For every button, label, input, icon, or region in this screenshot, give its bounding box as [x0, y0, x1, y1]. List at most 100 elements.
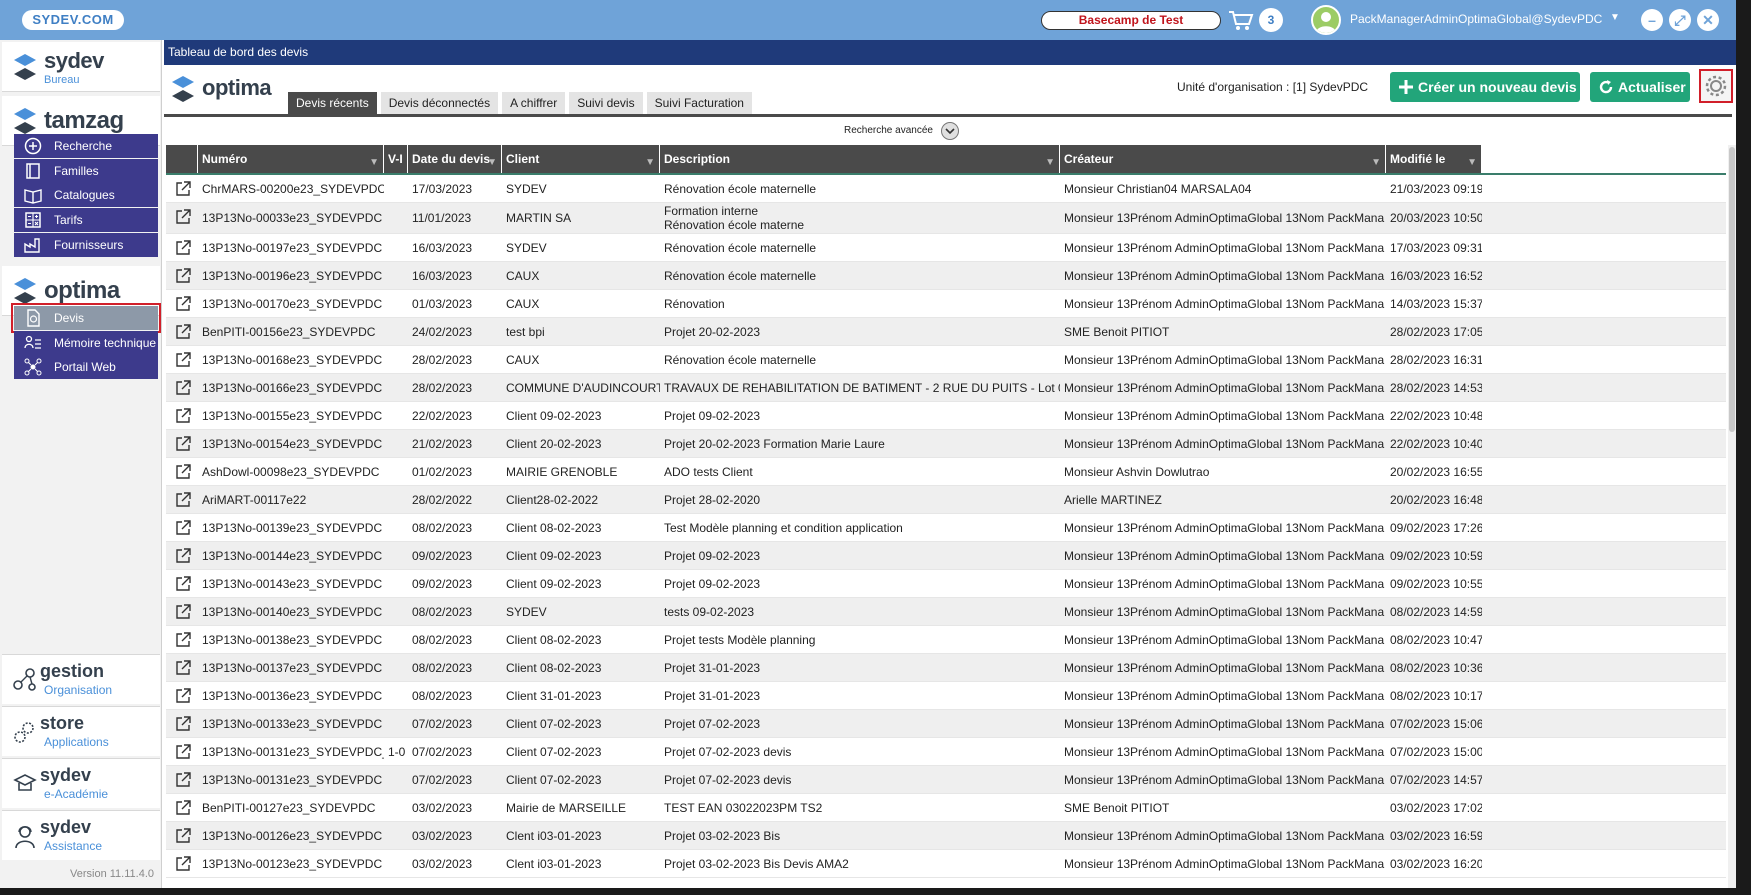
- user-avatar[interactable]: [1311, 5, 1341, 35]
- table-row[interactable]: 13P13No-00136e23_SYDEVPDC 08/02/2023 Clien…: [166, 682, 1726, 710]
- table-row[interactable]: 13P13No-00166e23_SYDEVPDC 28/02/2023 COMMU…: [166, 374, 1726, 402]
- brand-sydev-assistance[interactable]: sydev Assistance: [2, 810, 160, 860]
- table-row[interactable]: ChrMARS-00200e23_SYDEVPDC 17/03/2023 SYDEV…: [166, 175, 1726, 203]
- open-external-icon[interactable]: [174, 208, 192, 226]
- create-quote-button[interactable]: Créer un nouveau devis: [1390, 72, 1580, 102]
- table-row[interactable]: 13P13No-00155e23_SYDEVPDC 22/02/2023 Clien…: [166, 402, 1726, 430]
- cell-createur: Monsieur 13Prénom AdminOptimaGlobal 13No…: [1064, 211, 1385, 225]
- open-external-icon[interactable]: [174, 180, 192, 198]
- table-row[interactable]: 13P13No-00123e23_SYDEVPDC 03/02/2023 Clent…: [166, 850, 1726, 878]
- column-header-vi[interactable]: V-I: [384, 145, 408, 173]
- username-label[interactable]: PackManagerAdminOptimaGlobal@SydevPDC: [1350, 12, 1602, 26]
- column-header-client[interactable]: Client ▼: [502, 145, 660, 173]
- cart-icon[interactable]: [1228, 9, 1254, 31]
- table-row[interactable]: 13P13No-00137e23_SYDEVPDC 08/02/2023 Clien…: [166, 654, 1726, 682]
- chevron-down-icon[interactable]: [941, 122, 959, 140]
- sidebar-item-portail-web[interactable]: Portail Web: [14, 355, 158, 379]
- cart-count-badge[interactable]: 3: [1259, 8, 1283, 32]
- refresh-button[interactable]: Actualiser: [1590, 72, 1690, 102]
- column-header-description[interactable]: Description ▼: [660, 145, 1060, 173]
- tab-a-chiffrer[interactable]: A chiffrer: [502, 92, 566, 114]
- open-external-icon[interactable]: [174, 743, 192, 761]
- open-external-icon[interactable]: [174, 379, 192, 397]
- table-row[interactable]: 13P13No-00143e23_SYDEVPDC 09/02/2023 Clien…: [166, 570, 1726, 598]
- sidebar-item-fournisseurs[interactable]: Fournisseurs: [14, 233, 158, 257]
- table-row[interactable]: 13P13No-00126e23_SYDEVPDC 03/02/2023 Clent…: [166, 822, 1726, 850]
- open-external-icon[interactable]: [174, 351, 192, 369]
- column-header-modifie[interactable]: Modifié le ▼: [1386, 145, 1482, 173]
- table-row[interactable]: 13P13No-00197e23_SYDEVPDC 16/03/2023 SYDEV…: [166, 234, 1726, 262]
- open-external-icon[interactable]: [174, 659, 192, 677]
- table-row[interactable]: 13P13No-00144e23_SYDEVPDC 09/02/2023 Clien…: [166, 542, 1726, 570]
- table-row[interactable]: 13P13No-00033e23_SYDEVPDC 11/01/2023 MARTI…: [166, 203, 1726, 234]
- sydev-com-link[interactable]: SYDEV.COM: [22, 10, 124, 30]
- open-external-icon[interactable]: [174, 715, 192, 733]
- table-row[interactable]: 13P13No-00154e23_SYDEVPDC 21/02/2023 Clien…: [166, 430, 1726, 458]
- cell-description: Rénovation école maternelle: [664, 181, 817, 196]
- chevron-down-icon[interactable]: ▼: [1610, 12, 1620, 23]
- table-row[interactable]: BenPITI-00156e23_SYDEVPDC 24/02/2023 test …: [166, 318, 1726, 346]
- cell-modifie: 08/02/2023 10:47: [1390, 632, 1482, 647]
- open-external-icon[interactable]: [174, 687, 192, 705]
- open-external-icon[interactable]: [174, 547, 192, 565]
- open-external-icon[interactable]: [174, 855, 192, 873]
- column-header-numero[interactable]: Numéro ▼: [198, 145, 384, 173]
- table-row[interactable]: 13P13No-00131e23_SYDEVPDC 07/02/2023 Clien…: [166, 766, 1726, 794]
- column-header-createur[interactable]: Créateur ▼: [1060, 145, 1386, 173]
- open-external-icon[interactable]: [174, 771, 192, 789]
- open-external-icon[interactable]: [174, 407, 192, 425]
- table-row[interactable]: BenPITI-00127e23_SYDEVPDC 03/02/2023 Mairi…: [166, 794, 1726, 822]
- brand-gestion-organisation[interactable]: gestion Organisation: [2, 654, 160, 704]
- open-external-icon[interactable]: [174, 295, 192, 313]
- tab-devis-deconnectes[interactable]: Devis déconnectés: [380, 92, 499, 114]
- scrollbar-thumb[interactable]: [1729, 147, 1735, 432]
- vertical-scrollbar[interactable]: [1728, 145, 1736, 888]
- sidebar-item-devis[interactable]: Devis: [11, 303, 161, 333]
- tab-devis-recents[interactable]: Devis récents: [288, 92, 377, 114]
- tab-suivi-facturation[interactable]: Suivi Facturation: [646, 92, 752, 114]
- open-external-icon[interactable]: [174, 519, 192, 537]
- settings-button[interactable]: [1699, 69, 1733, 103]
- brand-sydev-e-academie[interactable]: sydev e-Académie: [2, 758, 160, 808]
- table-row[interactable]: 13P13No-00131e23_SYDEVPDC_0 1-0 07/02/2023…: [166, 738, 1726, 766]
- maximize-button[interactable]: ⤢: [1669, 9, 1691, 31]
- sidebar-item-memoire-technique[interactable]: Mémoire technique: [14, 331, 158, 355]
- column-header-date[interactable]: Date du devis ▼: [408, 145, 502, 173]
- cell-modifie: 20/02/2023 16:48: [1390, 492, 1482, 507]
- cell-description: Projet 09-02-2023: [664, 576, 761, 591]
- open-external-icon[interactable]: [174, 323, 192, 341]
- table-row[interactable]: 13P13No-00170e23_SYDEVPDC 01/03/2023 CAUX R…: [166, 290, 1726, 318]
- table-row[interactable]: 13P13No-00139e23_SYDEVPDC 08/02/2023 Clien…: [166, 514, 1726, 542]
- table-row[interactable]: 13P13No-00196e23_SYDEVPDC 16/03/2023 CAUX R…: [166, 262, 1726, 290]
- table-row[interactable]: 13P13No-00138e23_SYDEVPDC 08/02/2023 Clien…: [166, 626, 1726, 654]
- open-external-icon[interactable]: [174, 603, 192, 621]
- open-external-icon[interactable]: [174, 491, 192, 509]
- open-external-icon[interactable]: [174, 799, 192, 817]
- open-external-icon[interactable]: [174, 239, 192, 257]
- advanced-search-toggle[interactable]: Recherche avancée: [164, 120, 1732, 142]
- cell-client: MARTIN SA: [506, 211, 572, 225]
- open-external-icon[interactable]: [174, 463, 192, 481]
- table-row[interactable]: 13P13No-00168e23_SYDEVPDC 28/02/2023 CAUX R…: [166, 346, 1726, 374]
- open-external-icon[interactable]: [174, 827, 192, 845]
- table-row[interactable]: 13P13No-00140e23_SYDEVPDC 08/02/2023 SYDEV…: [166, 598, 1726, 626]
- environment-badge[interactable]: Basecamp de Test: [1041, 11, 1221, 30]
- brand-sydev-bureau[interactable]: sydev Bureau: [2, 42, 160, 92]
- open-external-icon[interactable]: [174, 435, 192, 453]
- sidebar-item-recherche[interactable]: Recherche: [14, 134, 158, 158]
- table-row[interactable]: AriMART-00117e22 28/02/2022 Client28-02-20…: [166, 486, 1726, 514]
- close-button[interactable]: ✕: [1697, 9, 1719, 31]
- column-header-label: Client: [506, 152, 540, 166]
- brand-store-applications[interactable]: store Applications: [2, 706, 160, 756]
- table-row[interactable]: 13P13No-00133e23_SYDEVPDC 07/02/2023 Clien…: [166, 710, 1726, 738]
- table-row[interactable]: AshDowl-00098e23_SYDEVPDC 01/02/2023 MAIRI…: [166, 458, 1726, 486]
- open-external-icon[interactable]: [174, 575, 192, 593]
- open-external-icon[interactable]: [174, 631, 192, 649]
- cell-createur: Monsieur 13Prénom AdminOptimaGlobal 13No…: [1064, 296, 1385, 311]
- minimize-button[interactable]: –: [1641, 9, 1663, 31]
- open-external-icon[interactable]: [174, 267, 192, 285]
- tab-suivi-devis[interactable]: Suivi devis: [569, 92, 643, 114]
- sidebar-item-familles[interactable]: Familles: [14, 159, 158, 183]
- sidebar-item-catalogues[interactable]: Catalogues: [14, 183, 158, 207]
- sidebar-item-tarifs[interactable]: Tarifs: [14, 208, 158, 232]
